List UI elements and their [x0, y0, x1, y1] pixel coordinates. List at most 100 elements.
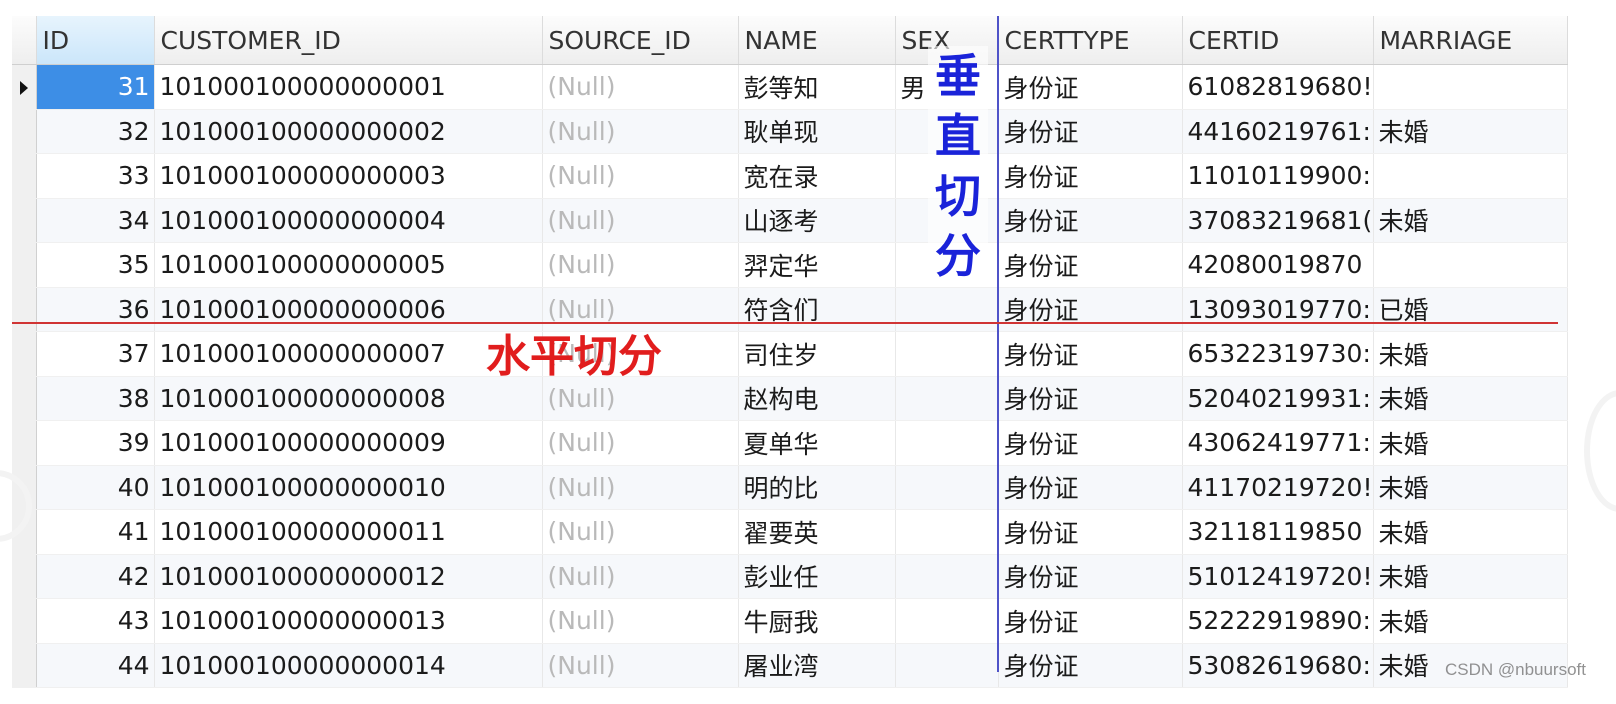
cell-source-id[interactable]: (Null)	[542, 198, 739, 243]
column-header-name[interactable]: NAME	[738, 16, 896, 65]
cell-customer-id[interactable]: 101000100000000009	[154, 420, 543, 466]
cell-marriage[interactable]: 未婚	[1373, 109, 1568, 154]
cell-name[interactable]: 司住岁	[738, 331, 896, 377]
cell-certtype[interactable]: 身份证	[998, 198, 1183, 243]
cell-sex[interactable]	[895, 509, 999, 555]
cell-customer-id[interactable]: 101000100000000008	[154, 376, 543, 421]
cell-certid[interactable]: 11010119900:	[1182, 153, 1374, 199]
cell-name[interactable]: 彭业任	[738, 554, 896, 599]
cell-source-id[interactable]: (Null)	[542, 465, 739, 510]
cell-marriage[interactable]	[1373, 242, 1568, 288]
cell-sex[interactable]	[895, 554, 999, 599]
cell-name[interactable]: 屠业湾	[738, 643, 896, 688]
cell-customer-id[interactable]: 101000100000000001	[154, 64, 543, 110]
cell-customer-id[interactable]: 101000100000000003	[154, 153, 543, 199]
table-row[interactable]: 34 101000100000000004 (Null) 山逐考 身份证 37083219…	[12, 198, 1568, 243]
cell-sex[interactable]	[895, 420, 999, 466]
cell-certid[interactable]: 52222919890:	[1182, 598, 1374, 644]
cell-source-id[interactable]: (Null)	[542, 109, 739, 154]
table-row[interactable]: 35 101000100000000005 (Null) 羿定华 身份证 42080019…	[12, 242, 1568, 288]
cell-name[interactable]: 彭等知	[738, 64, 896, 110]
column-header-marriage[interactable]: MARRIAGE	[1373, 16, 1568, 65]
table-row[interactable]: 32 101000100000000002 (Null) 耿单现 身份证 44160219…	[12, 109, 1568, 154]
column-header-id[interactable]: ID	[36, 16, 155, 65]
row-indicator[interactable]	[12, 598, 37, 644]
row-indicator[interactable]	[12, 287, 37, 332]
row-indicator[interactable]	[12, 109, 37, 154]
cell-marriage[interactable]: 未婚	[1373, 598, 1568, 644]
cell-source-id[interactable]: (Null)	[542, 643, 739, 688]
cell-source-id[interactable]: (Null)	[542, 420, 739, 466]
cell-name[interactable]: 耿单现	[738, 109, 896, 154]
cell-certtype[interactable]: 身份证	[998, 331, 1183, 377]
cell-certid[interactable]: 41170219720!	[1182, 465, 1374, 510]
cell-customer-id[interactable]: 101000100000000010	[154, 465, 543, 510]
cell-certid[interactable]: 13093019770:	[1182, 287, 1374, 332]
cell-id[interactable]: 38	[36, 376, 155, 421]
cell-customer-id[interactable]: 101000100000000002	[154, 109, 543, 154]
cell-marriage[interactable]	[1373, 64, 1568, 110]
cell-sex[interactable]	[895, 331, 999, 377]
cell-id[interactable]: 35	[36, 242, 155, 288]
cell-marriage[interactable]: 未婚	[1373, 198, 1568, 243]
cell-source-id[interactable]: (Null)	[542, 509, 739, 555]
cell-id[interactable]: 34	[36, 198, 155, 243]
cell-customer-id[interactable]: 101000100000000004	[154, 198, 543, 243]
cell-name[interactable]: 夏单华	[738, 420, 896, 466]
cell-certtype[interactable]: 身份证	[998, 509, 1183, 555]
cell-name[interactable]: 明的比	[738, 465, 896, 510]
cell-certid[interactable]: 53082619680:	[1182, 643, 1374, 688]
cell-marriage[interactable]	[1373, 153, 1568, 199]
cell-certid[interactable]: 52040219931:	[1182, 376, 1374, 421]
cell-id[interactable]: 32	[36, 109, 155, 154]
row-indicator[interactable]	[12, 420, 37, 466]
column-header-source-id[interactable]: SOURCE_ID	[542, 16, 739, 65]
table-row[interactable]: 37 101000100000000007 (Null) 司住岁 身份证 65322319…	[12, 331, 1568, 377]
cell-source-id[interactable]: (Null)	[542, 153, 739, 199]
cell-certid[interactable]: 43062419771:	[1182, 420, 1374, 466]
table-row[interactable]: 33 101000100000000003 (Null) 宽在录 身份证 11010119…	[12, 153, 1568, 199]
cell-source-id[interactable]: (Null)	[542, 64, 739, 110]
row-indicator[interactable]	[12, 376, 37, 421]
cell-certid[interactable]: 61082819680!	[1182, 64, 1374, 110]
cell-certtype[interactable]: 身份证	[998, 465, 1183, 510]
cell-certtype[interactable]: 身份证	[998, 242, 1183, 288]
cell-id[interactable]: 31	[36, 64, 155, 110]
cell-id[interactable]: 33	[36, 153, 155, 199]
cell-customer-id[interactable]: 101000100000000014	[154, 643, 543, 688]
table-row[interactable]: 36 101000100000000006 (Null) 符含们 身份证 13093019…	[12, 287, 1568, 332]
cell-id[interactable]: 42	[36, 554, 155, 599]
cell-certtype[interactable]: 身份证	[998, 109, 1183, 154]
cell-customer-id[interactable]: 101000100000000007	[154, 331, 543, 377]
cell-marriage[interactable]: 已婚	[1373, 287, 1568, 332]
table-row[interactable]: 40 101000100000000010 (Null) 明的比 身份证 41170219…	[12, 465, 1568, 510]
cell-sex[interactable]	[895, 287, 999, 332]
row-indicator[interactable]	[12, 554, 37, 599]
cell-sex[interactable]	[895, 465, 999, 510]
cell-id[interactable]: 43	[36, 598, 155, 644]
cell-name[interactable]: 符含们	[738, 287, 896, 332]
column-header-certid[interactable]: CERTID	[1182, 16, 1374, 65]
row-indicator[interactable]	[12, 643, 37, 688]
row-indicator[interactable]	[12, 64, 37, 110]
cell-customer-id[interactable]: 101000100000000005	[154, 242, 543, 288]
cell-certid[interactable]: 37083219681(	[1182, 198, 1374, 243]
cell-name[interactable]: 赵构电	[738, 376, 896, 421]
table-row[interactable]: 31 101000100000000001 (Null) 彭等知男身份证 6108281…	[12, 64, 1568, 110]
cell-customer-id[interactable]: 101000100000000013	[154, 598, 543, 644]
data-grid[interactable]: ID CUSTOMER_ID SOURCE_ID NAME SEX CERTTY…	[12, 16, 1568, 688]
table-row[interactable]: 42 101000100000000012 (Null) 彭业任 身份证 51012419…	[12, 554, 1568, 599]
cell-marriage[interactable]: 未婚	[1373, 420, 1568, 466]
cell-customer-id[interactable]: 101000100000000011	[154, 509, 543, 555]
table-row[interactable]: 41 101000100000000011 (Null) 翟要英 身份证 32118119…	[12, 509, 1568, 555]
row-indicator[interactable]	[12, 198, 37, 243]
cell-id[interactable]: 40	[36, 465, 155, 510]
cell-name[interactable]: 牛厨我	[738, 598, 896, 644]
cell-certid[interactable]: 44160219761:	[1182, 109, 1374, 154]
cell-sex[interactable]	[895, 376, 999, 421]
cell-certtype[interactable]: 身份证	[998, 287, 1183, 332]
cell-marriage[interactable]: 未婚	[1373, 465, 1568, 510]
row-indicator[interactable]	[12, 242, 37, 288]
cell-certtype[interactable]: 身份证	[998, 643, 1183, 688]
cell-certid[interactable]: 65322319730:	[1182, 331, 1374, 377]
